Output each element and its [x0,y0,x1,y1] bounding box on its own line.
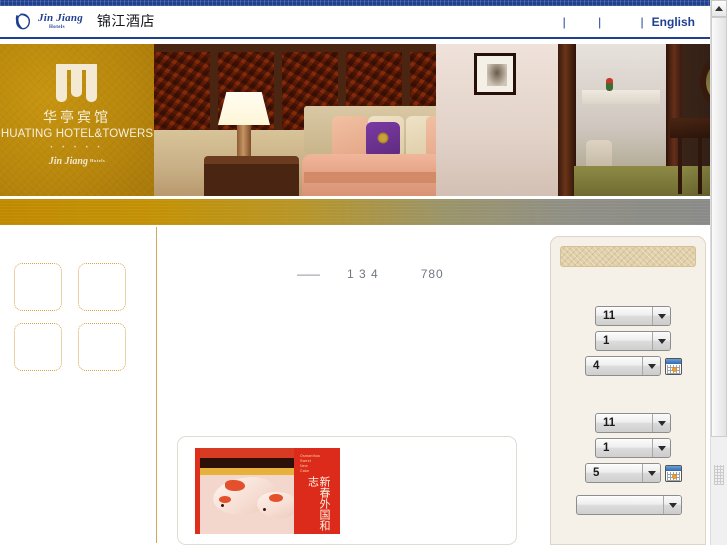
vanity-counter [582,90,660,104]
nav-separator-2: | [598,15,602,29]
table-lamp [218,92,270,125]
hero-banner: 华亭宾馆 HUATING HOTEL&TOWERS • • • • • Jin … [0,44,710,196]
nav-link-1[interactable] [580,15,589,29]
hotel-english-name: HUATING HOTEL&TOWERS [0,128,154,140]
chevron-up-icon [715,6,723,11]
thumbnail-grid [14,263,138,371]
nav-link-english[interactable]: English [649,15,698,29]
brand-latin-line1: Jin Jiang [38,12,83,24]
main-content: —— 1 3 4 780 Osmanthus Sweet New Cake 新春… [157,225,540,545]
checkout-month-select[interactable]: 1 [595,438,671,458]
heading-room-count: 1 3 4 [347,267,379,281]
photo-vignette [680,44,710,196]
thumbnail-4[interactable] [78,323,126,371]
hotel-group-mark: Jin Jiang Hotels [0,156,154,167]
room-type-row [576,495,682,515]
checkout-year-value: 11 [603,417,616,429]
pillow [366,122,400,158]
thumbnail-1[interactable] [14,263,62,311]
thumbnail-2[interactable] [78,263,126,311]
checkout-year-select[interactable]: 11 [595,413,671,433]
checkin-month-row: 1 [595,331,671,351]
nightstand [204,156,299,196]
chevron-down-icon[interactable] [652,414,670,432]
vanity-flower [606,78,613,91]
site-logo[interactable]: Jin Jiang Hotels 锦江酒店 [14,11,155,31]
checkin-year-select[interactable]: 11 [595,306,671,326]
nav-link-2[interactable] [613,15,622,29]
checkout-day-value: 5 [593,467,600,479]
lamp-base [237,125,251,157]
room-type-select[interactable] [576,495,682,515]
hotel-logo-panel: 华亭宾馆 HUATING HOTEL&TOWERS • • • • • Jin … [0,44,154,196]
promo-card[interactable]: Osmanthus Sweet New Cake 新春外国和志 [177,436,517,545]
group-latin: Jin Jiang [48,156,88,167]
thumbnail-3[interactable] [14,323,62,371]
checkin-day-row: 4 [585,356,682,376]
content-area: ... —— 1 3 4 780 [0,225,710,545]
vertical-scrollbar[interactable] [710,0,727,545]
booking-panel: 11 1 4 11 1 5 [550,236,706,545]
brand-latin-line2: Hotels [49,25,66,30]
promo-banner-image[interactable]: Osmanthus Sweet New Cake 新春外国和志 [195,448,340,534]
page-root: Jin Jiang Hotels 锦江酒店 | | | English 华亭宾馆… [0,0,727,545]
nav-separator-1: | [562,15,566,29]
chevron-down-icon[interactable] [652,307,670,325]
checkout-year-row: 11 [595,413,671,433]
chevron-down-icon[interactable] [663,496,681,514]
heading-price: 780 [420,267,444,281]
booking-panel-title-bar [560,246,696,267]
pillow [332,116,368,158]
calendar-icon[interactable] [665,357,682,375]
calendar-icon[interactable] [665,464,682,482]
checkin-day-select[interactable]: 4 [585,356,661,376]
checkin-year-row: 11 [595,306,671,326]
group-latin-small: Hotels [89,158,106,163]
checkout-month-value: 1 [603,442,610,454]
scrollbar-thumb[interactable] [711,17,727,437]
brand-chinese-name: 锦江酒店 [96,13,155,29]
content-heading: —— 1 3 4 780 [297,267,444,281]
gold-bar-texture [0,199,710,225]
header-nav: | | | English [549,15,698,29]
scrollbar-grip [714,465,724,485]
huating-pillars-mark [54,64,100,104]
jinjiang-swoosh-icon [14,12,32,31]
hotel-chinese-name: 华亭宾馆 [43,109,111,125]
nav-separator-3: | [640,15,644,29]
checkout-month-row: 1 [595,438,671,458]
promo-red-panel: Osmanthus Sweet New Cake 新春外国和志 [294,448,340,534]
checkout-day-select[interactable]: 5 [585,463,661,483]
framed-artwork [474,53,516,95]
hotel-star-rating: • • • • • [50,145,104,151]
brand-latin-text: Jin Jiang Hotels [38,12,83,31]
checkin-month-value: 1 [603,335,610,347]
checkin-day-value: 4 [593,360,600,372]
checkout-day-row: 5 [585,463,682,483]
chevron-down-icon[interactable] [642,464,660,482]
chevron-down-icon[interactable] [652,332,670,350]
site-header: Jin Jiang Hotels 锦江酒店 | | | English [0,6,710,39]
scroll-up-button[interactable] [711,0,727,17]
promo-english-text: Osmanthus Sweet New Cake [300,454,321,473]
chevron-down-icon[interactable] [652,439,670,457]
hero-guestroom-photo [154,44,710,196]
promo-chinese-text: 新春外国和志 [306,476,331,531]
booking-sidebar: 11 1 4 11 1 5 [540,225,710,545]
heading-dash: —— [297,267,320,281]
chevron-down-icon[interactable] [642,357,660,375]
checkin-month-select[interactable]: 1 [595,331,671,351]
left-sidebar: ... [0,225,157,545]
koi-pastry-photo [195,448,294,534]
checkin-year-value: 11 [603,310,616,322]
gold-nav-bar[interactable] [0,199,710,225]
